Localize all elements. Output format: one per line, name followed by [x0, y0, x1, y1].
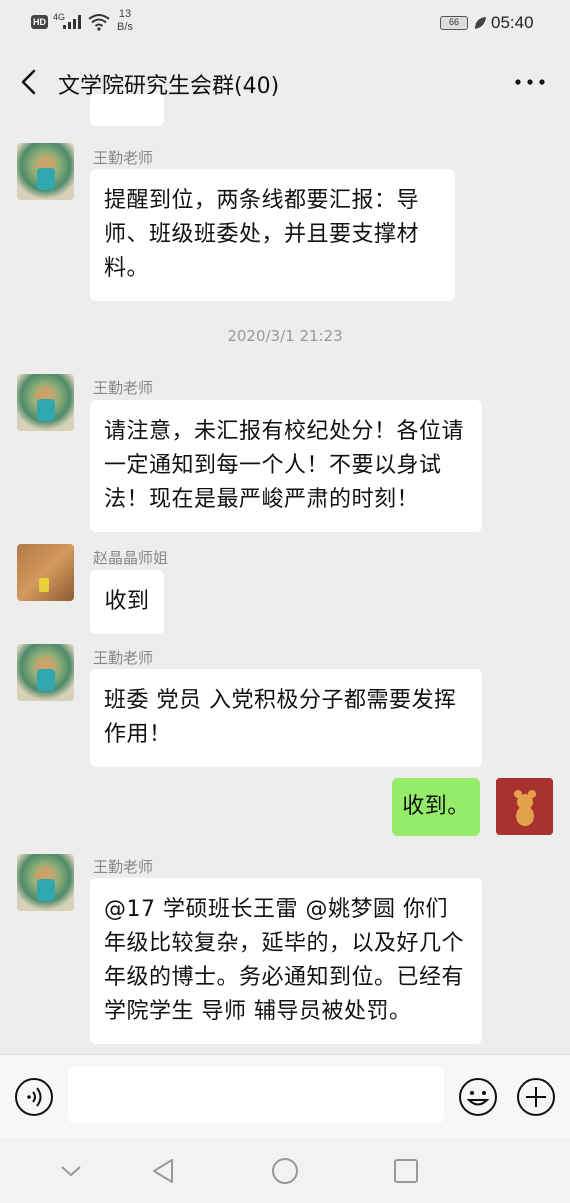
avatar[interactable] — [17, 854, 74, 911]
clock: 05:40 — [491, 13, 534, 32]
avatar-self[interactable] — [496, 778, 553, 835]
chat-message-list[interactable]: 王勤老师 提醒到位，两条线都要汇报：导师、班级班委处，并且要支撑材料。 2020… — [0, 94, 570, 1054]
sender-name: 王勤老师 — [93, 649, 154, 667]
status-bar: HD 4G 13 B/s 66 05:40 — [0, 0, 570, 50]
plus-icon[interactable] — [516, 1077, 556, 1117]
back-triangle-icon[interactable] — [148, 1156, 178, 1186]
more-dots-icon[interactable] — [512, 72, 548, 92]
sender-name: 王勤老师 — [93, 149, 154, 167]
battery-level: 66 — [448, 17, 459, 27]
voice-icon[interactable] — [14, 1077, 54, 1117]
avatar[interactable] — [17, 644, 74, 701]
chevron-left-icon[interactable] — [14, 66, 44, 98]
leaf-icon — [475, 17, 486, 29]
avatar[interactable] — [17, 374, 74, 431]
system-navigation-bar — [0, 1138, 570, 1203]
signal-icon — [63, 15, 81, 29]
network-speed: 13 B/s — [117, 8, 133, 34]
sender-name: 王勤老师 — [93, 379, 154, 397]
message-input[interactable] — [68, 1067, 444, 1123]
timestamp: 2020/3/1 21:23 — [227, 327, 343, 345]
home-circle-icon[interactable] — [270, 1156, 300, 1186]
chat-header: 文学院研究生会群(40) — [0, 50, 570, 114]
message-bubble-self[interactable]: 收到。 — [392, 778, 480, 836]
recents-square-icon[interactable] — [391, 1156, 421, 1186]
message-bubble[interactable]: 收到 — [90, 570, 164, 634]
message-bubble[interactable]: 请注意，未汇报有校纪处分！各位请一定通知到每一个人！不要以身试法！现在是最严峻严… — [90, 400, 482, 532]
hide-keyboard-icon[interactable] — [56, 1156, 86, 1186]
input-bar — [0, 1054, 570, 1138]
sender-name: 王勤老师 — [93, 858, 154, 876]
message-bubble-partial[interactable] — [90, 94, 164, 126]
battery-icon: 66 — [440, 16, 468, 30]
wifi-icon — [88, 14, 110, 31]
emoji-icon[interactable] — [458, 1077, 498, 1117]
hd-badge: HD — [31, 15, 48, 29]
message-bubble[interactable]: 班委 党员 入党积极分子都需要发挥作用！ — [90, 669, 482, 767]
speed-unit: B/s — [117, 21, 133, 33]
message-bubble[interactable]: @17 学硕班长王雷 @姚梦圆 你们年级比较复杂，延毕的，以及好几个年级的博士。… — [90, 878, 482, 1044]
avatar[interactable] — [17, 544, 74, 601]
message-bubble[interactable]: 提醒到位，两条线都要汇报：导师、班级班委处，并且要支撑材料。 — [90, 169, 455, 301]
sender-name: 赵晶晶师姐 — [93, 549, 169, 567]
avatar[interactable] — [17, 143, 74, 200]
speed-value: 13 — [118, 8, 132, 20]
